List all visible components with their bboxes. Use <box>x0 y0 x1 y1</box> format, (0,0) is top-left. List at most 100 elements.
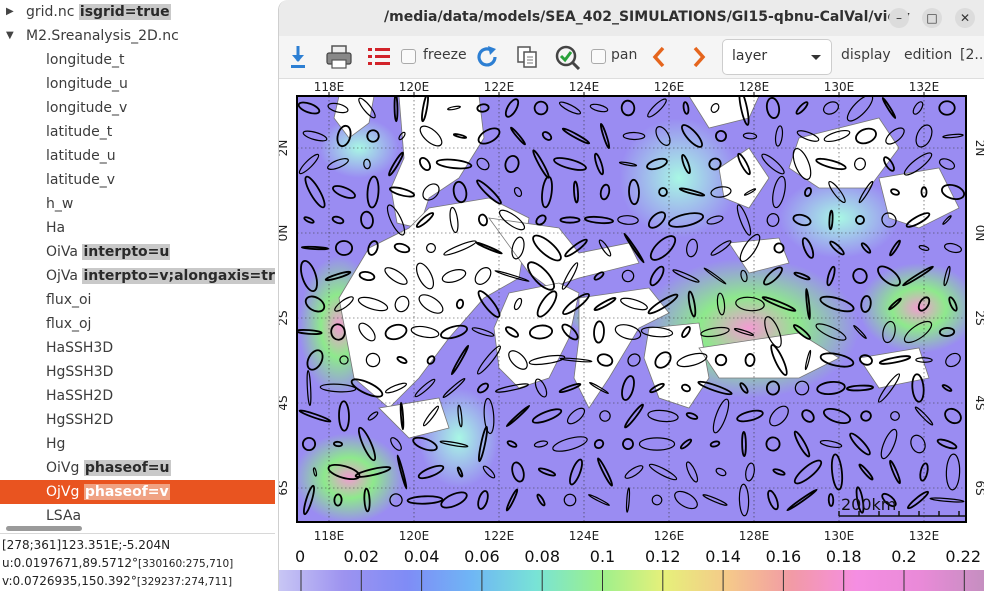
display-menu[interactable]: display <box>841 47 891 63</box>
tree-item-label: Ha <box>46 216 65 240</box>
pin-icon[interactable] <box>287 44 309 70</box>
tree-item-longitude-v[interactable]: longitude_v <box>0 96 275 120</box>
v-value: v:0.0726935,150.392° <box>2 574 137 588</box>
tree-item-label: flux_oi <box>46 288 91 312</box>
tree-item-ha[interactable]: Ha <box>0 216 275 240</box>
freeze-label: freeze <box>423 47 467 63</box>
tree-item-hassh2d[interactable]: HaSSH2D <box>0 384 275 408</box>
search-check-icon[interactable] <box>555 44 581 70</box>
minimize-button[interactable]: – <box>889 8 909 28</box>
tree-item-latitude-t[interactable]: latitude_t <box>0 120 275 144</box>
tree-item-name: OjVg <box>46 484 80 500</box>
lon-tick-label-bottom: 132E <box>909 529 940 540</box>
tree-item-name: latitude_u <box>46 148 116 164</box>
maximize-button[interactable]: □ <box>922 8 942 28</box>
u-readout: u:0.0197671,89.5712°[330160:275,710] <box>2 554 233 573</box>
cursor-position: [278;361]123.351E;-5.204N <box>2 538 171 552</box>
tree-item-name: longitude_u <box>46 76 128 92</box>
tree-item-hgssh2d[interactable]: HgSSH2D <box>0 408 275 432</box>
colorbar-tick-label: 0.22 <box>945 547 981 566</box>
lon-tick-label-top: 120E <box>399 80 430 94</box>
tree-item-grid-nc[interactable]: ▶ grid.nc isgrid=true <box>0 0 275 24</box>
colorbar-tick-label: 0.12 <box>645 547 681 566</box>
lon-tick-label-top: 118E <box>314 80 345 94</box>
lat-tick-label-left: 4S <box>279 395 290 410</box>
lon-tick-label-bottom: 122E <box>484 529 515 540</box>
lat-tick-label-left: 6S <box>279 480 290 495</box>
colorbar-tick-label: 0.06 <box>464 547 500 566</box>
tree-item-flux-oj[interactable]: flux_oj <box>0 312 275 336</box>
tree-item-ojva[interactable]: OjVa interpto=v;alongaxis=true <box>0 264 275 288</box>
list-icon[interactable] <box>367 44 391 70</box>
collapse-arrow-icon[interactable]: ▼ <box>6 24 14 48</box>
tree-item-label: OiVa interpto=u <box>46 240 171 264</box>
layer-select[interactable]: layer <box>722 39 832 75</box>
tree-item-tag: phaseof=v <box>83 484 170 500</box>
tree-item-longitude-t[interactable]: longitude_t <box>0 48 275 72</box>
tree-item-name: HgSSH3D <box>46 364 114 380</box>
expand-arrow-icon[interactable]: ▶ <box>6 0 14 24</box>
tree-item-latitude-v[interactable]: latitude_v <box>0 168 275 192</box>
tree-item-hg[interactable]: Hg <box>0 432 275 456</box>
window-title: /media/data/models/SEA_402_SIMULATIONS/G… <box>384 9 910 25</box>
close-button[interactable]: ✕ <box>955 8 975 28</box>
lon-tick-label-top: 122E <box>484 80 515 94</box>
tree-item-label: OjVg phaseof=v <box>46 480 170 504</box>
edition-menu[interactable]: edition <box>904 47 952 63</box>
tree-item-label: OjVa interpto=v;alongaxis=true <box>46 264 275 288</box>
tree-item-name: Hg <box>46 436 66 452</box>
tree-item-latitude-u[interactable]: latitude_u <box>0 144 275 168</box>
tree-item-name: HaSSH3D <box>46 340 114 356</box>
tree-item-hassh3d[interactable]: HaSSH3D <box>0 336 275 360</box>
lat-tick-label-right: 2N <box>973 140 984 157</box>
tree-item-name: longitude_t <box>46 52 125 68</box>
colorbar: 0 0.02 0.04 0.06 0.08 0.1 0.12 0.14 0.16 0.18 0.2 0… <box>279 547 984 591</box>
lat-tick-label-left: 2N <box>279 140 290 157</box>
tree-item-hgssh3d[interactable]: HgSSH3D <box>0 360 275 384</box>
lon-tick-label-bottom: 126E <box>654 529 685 540</box>
tree-item-oiva[interactable]: OiVa interpto=u <box>0 240 275 264</box>
tree-item-m2-sreanalysis-2d-nc[interactable]: ▼ M2.Sreanalysis_2D.nc <box>0 24 275 48</box>
tree-item-name: M2.Sreanalysis_2D.nc <box>26 28 179 44</box>
v-readout: v:0.0726935,150.392°[329237:274,711] <box>2 572 232 591</box>
tree-item-label: latitude_v <box>46 168 115 192</box>
tree-item-label: longitude_u <box>46 72 128 96</box>
lon-tick-label-bottom: 118E <box>314 529 345 540</box>
tree-item-name: h_w <box>46 196 74 212</box>
freeze-checkbox[interactable] <box>401 49 416 64</box>
pan-checkbox[interactable] <box>591 49 606 64</box>
tree-item-label: latitude_u <box>46 144 116 168</box>
tree-item-label: Hg <box>46 432 65 456</box>
tree-item-ojvg[interactable]: OjVg phaseof=v <box>0 480 275 504</box>
tree-item-longitude-u[interactable]: longitude_u <box>0 72 275 96</box>
map-canvas[interactable]: 200km 118E 118E 120E 120E 122E 122E 124E 124E 12… <box>279 78 984 540</box>
tree-item-flux-oi[interactable]: flux_oi <box>0 288 275 312</box>
tree-scrollbar[interactable] <box>6 526 82 531</box>
colorbar-tick-label: 0.16 <box>766 547 802 566</box>
colorbar-tick-label: 0.18 <box>826 547 862 566</box>
tree-item-name: longitude_v <box>46 100 128 116</box>
next-icon[interactable] <box>691 44 707 70</box>
print-icon[interactable] <box>325 44 353 70</box>
toolbar: freeze pan layer display edition [2.. <box>279 36 984 79</box>
map-view-window: /media/data/models/SEA_402_SIMULATIONS/G… <box>278 0 984 591</box>
prev-icon[interactable] <box>651 44 667 70</box>
tree-item-name: HaSSH2D <box>46 388 114 404</box>
tree-item-label: latitude_t <box>46 120 112 144</box>
lat-tick-label-right: 0N <box>973 225 984 242</box>
tree-item-h-w[interactable]: h_w <box>0 192 275 216</box>
tree-item-label: longitude_t <box>46 48 124 72</box>
tree-item-oivg[interactable]: OiVg phaseof=u <box>0 456 275 480</box>
more-menu[interactable]: [2... <box>960 47 984 63</box>
tree-item-lsaa[interactable]: LSAa <box>0 504 275 528</box>
lon-tick-label-bottom: 124E <box>569 529 600 540</box>
lon-tick-label-top: 130E <box>824 80 855 94</box>
colorbar-tick-label: 0.2 <box>891 547 916 566</box>
tree-item-name: flux_oi <box>46 292 92 308</box>
tree-item-label: HaSSH2D <box>46 384 113 408</box>
pan-label: pan <box>611 47 638 63</box>
refresh-icon[interactable] <box>475 44 499 70</box>
copy-icon[interactable] <box>515 44 539 70</box>
tree-item-name: OjVa <box>46 268 78 284</box>
lon-tick-label-top: 126E <box>654 80 685 94</box>
